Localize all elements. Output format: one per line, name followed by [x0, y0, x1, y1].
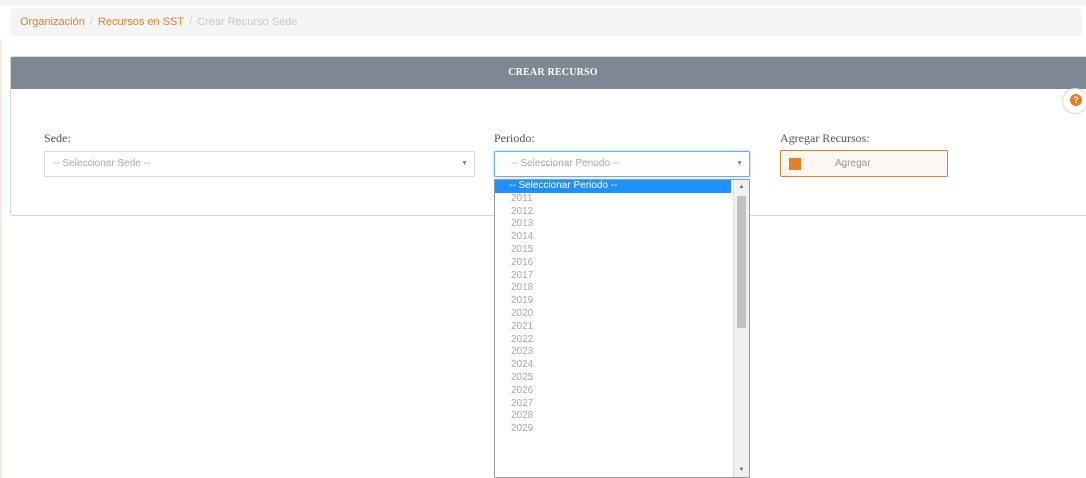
periodo-option[interactable]: 2017	[495, 270, 731, 283]
top-bar	[0, 0, 1086, 6]
sede-label: Sede:	[44, 131, 71, 145]
periodo-option[interactable]: 2019	[495, 295, 731, 308]
help-button[interactable]: ?	[1062, 88, 1086, 114]
periodo-option[interactable]: 2016	[495, 257, 731, 270]
scroll-up-icon[interactable]: ▲	[734, 180, 749, 194]
agregar-recursos-label: Agregar Recursos:	[780, 131, 870, 145]
periodo-option[interactable]: 2013	[495, 218, 731, 231]
agregar-button[interactable]: Agregar	[780, 150, 948, 177]
dropdown-scrollbar[interactable]: ▲ ▼	[733, 180, 749, 477]
panel-title: CREAR RECURSO	[11, 57, 1086, 89]
sede-select-value: -- Seleccionar Sede --	[53, 158, 151, 169]
periodo-option[interactable]: 2026	[495, 385, 731, 398]
periodo-select-value: -- Seleccionar Periodo --	[511, 158, 620, 169]
question-icon: ?	[1070, 94, 1082, 106]
periodo-option[interactable]: 2015	[495, 244, 731, 257]
breadcrumb-recursos-sst[interactable]: Recursos en SST	[98, 16, 184, 28]
agregar-button-label: Agregar	[835, 158, 871, 169]
breadcrumb-current: Crear Recurso Sede	[197, 16, 298, 28]
periodo-option[interactable]: 2021	[495, 321, 731, 334]
chevron-down-icon: ▼	[736, 160, 743, 167]
periodo-label: Periodo:	[494, 131, 535, 145]
periodo-option[interactable]: 2028	[495, 410, 731, 423]
breadcrumb-separator: /	[189, 16, 193, 28]
breadcrumb: Organización / Recursos en SST / Crear Recur…	[10, 8, 1082, 36]
page-edge-accent	[0, 40, 2, 478]
chevron-down-icon: ▼	[461, 160, 468, 167]
periodo-option[interactable]: -- Seleccionar Periodo --	[495, 180, 731, 193]
periodo-option[interactable]: 2023	[495, 346, 731, 359]
periodo-option[interactable]: 2022	[495, 334, 731, 347]
periodo-option[interactable]: 2018	[495, 282, 731, 295]
breadcrumb-separator: /	[89, 16, 93, 28]
periodo-option[interactable]: 2020	[495, 308, 731, 321]
periodo-options-list: -- Seleccionar Periodo -- 2011 2012 2013 201…	[495, 180, 731, 436]
periodo-option[interactable]: 2012	[495, 206, 731, 219]
edit-icon	[789, 158, 801, 170]
scrollbar-thumb[interactable]	[737, 196, 746, 328]
periodo-option[interactable]: 2029	[495, 423, 731, 436]
sede-select[interactable]: -- Seleccionar Sede -- ▼	[44, 151, 475, 177]
periodo-option[interactable]: 2011	[495, 193, 731, 206]
periodo-select[interactable]: -- Seleccionar Periodo -- ▼	[494, 151, 750, 177]
periodo-option[interactable]: 2025	[495, 372, 731, 385]
scroll-down-icon[interactable]: ▼	[734, 463, 749, 477]
periodo-option[interactable]: 2024	[495, 359, 731, 372]
periodo-dropdown[interactable]: -- Seleccionar Periodo -- 2011 2012 2013 201…	[494, 179, 750, 478]
breadcrumb-organizacion[interactable]: Organización	[20, 16, 85, 28]
periodo-option[interactable]: 2027	[495, 398, 731, 411]
periodo-option[interactable]: 2014	[495, 231, 731, 244]
